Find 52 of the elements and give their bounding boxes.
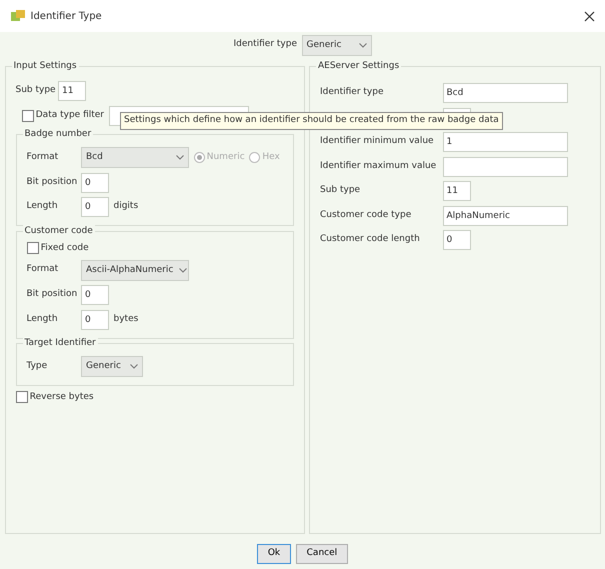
checkbox[interactable] [26, 242, 38, 254]
radio-label: Numeric [206, 150, 245, 164]
length-field[interactable]: 0 [81, 197, 109, 217]
field-label: Customer code length [320, 233, 421, 246]
checkbox[interactable] [22, 110, 34, 122]
checkbox-label: Fixed code [40, 242, 89, 254]
unit-label: bytes [114, 312, 138, 326]
radio-button[interactable] [194, 152, 204, 163]
field-label: Type [26, 360, 48, 373]
dialog-button[interactable]: Ok [256, 544, 292, 564]
close-icon[interactable] [584, 10, 595, 22]
window-title: Identifier Type [30, 10, 102, 24]
field-label: Identifier minimum value [320, 135, 435, 148]
field-label: Format [26, 263, 60, 276]
caret-icon [130, 364, 138, 369]
identifier-type-dropdown[interactable]: Generic [302, 34, 372, 56]
input-field[interactable]: 11 [442, 181, 470, 201]
caret-icon [176, 155, 184, 160]
field-label: Format [26, 150, 60, 164]
field-label: Customer code type [320, 208, 412, 222]
caret-icon [358, 42, 366, 48]
input-field[interactable]: AlphaNumeric [442, 206, 568, 226]
field-label: Bit position [26, 288, 76, 302]
type-dropdown[interactable]: Generic [81, 356, 143, 377]
caret-icon [179, 268, 188, 272]
input-field[interactable]: 1 [442, 132, 568, 152]
tooltip: Settings which define how an identifier should be created from the raw badge data [120, 112, 503, 130]
field-label: Length [26, 312, 59, 326]
field-label: Identifier type [233, 38, 297, 52]
input-field[interactable]: Bcd [442, 83, 568, 103]
checkbox-label: Reverse bytes [30, 390, 94, 404]
app-icon [10, 9, 26, 23]
sub-type-field[interactable]: 11 [58, 81, 86, 101]
bit-position-field[interactable]: 0 [81, 172, 109, 192]
field-label: Identifier maximum value [320, 160, 438, 173]
field-label: Bit position [26, 176, 76, 189]
field-label: Sub type [16, 84, 54, 98]
field-label: Sub type [320, 184, 362, 198]
length-field[interactable]: 0 [81, 310, 109, 330]
checkbox-label: Data type filter [36, 108, 104, 122]
unit-label: digits [114, 200, 138, 214]
bit-position-field[interactable]: 0 [81, 285, 109, 305]
radio-label: Hex [262, 150, 280, 164]
field-label: Length [26, 200, 59, 214]
input-field[interactable]: 0 [442, 230, 470, 250]
checkbox[interactable] [16, 391, 28, 404]
field-label: Identifier type [320, 86, 385, 100]
format-dropdown[interactable]: Ascii-AlphaNumeric [81, 260, 189, 280]
format-dropdown[interactable]: Bcd [81, 147, 189, 168]
input-field[interactable] [442, 156, 568, 176]
dialog-button[interactable]: Cancel [296, 544, 348, 564]
radio-button[interactable] [249, 152, 260, 163]
